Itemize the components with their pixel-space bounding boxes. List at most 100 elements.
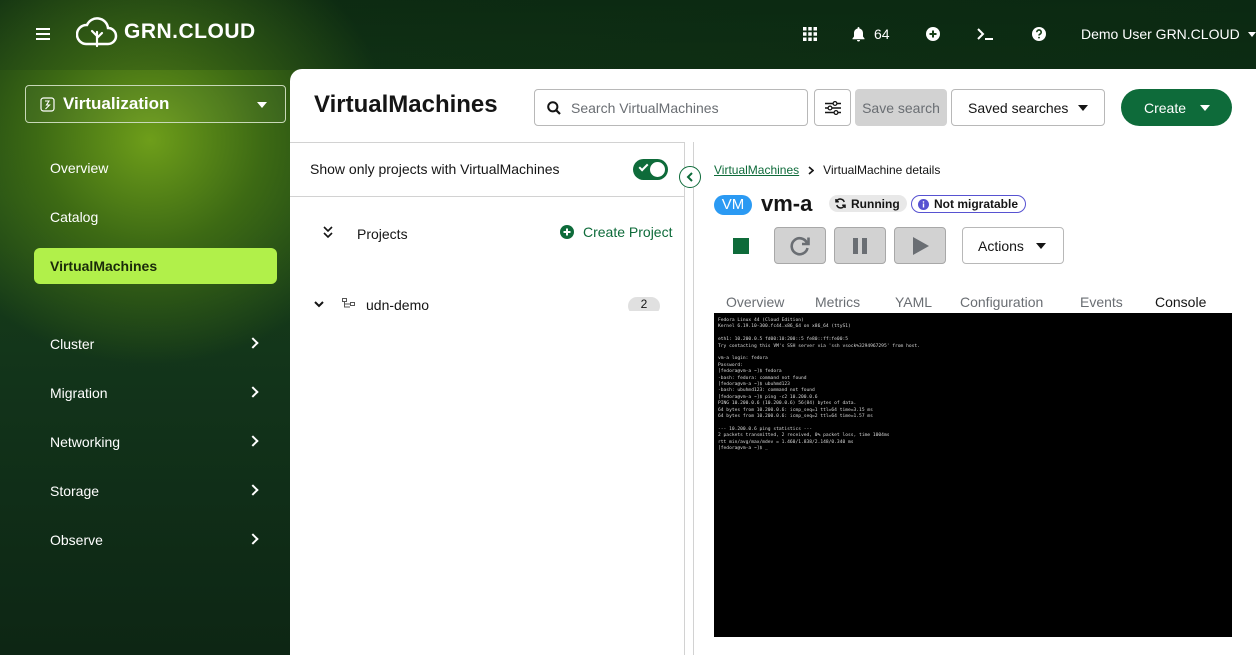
sidebar-item-label: Overview (50, 160, 109, 176)
notification-count: 64 (874, 26, 890, 42)
tab-metrics[interactable]: Metrics (815, 294, 860, 310)
divider (290, 196, 684, 197)
command-line-button[interactable] (977, 24, 994, 44)
saved-searches-dropdown[interactable]: Saved searches (951, 89, 1105, 126)
plus-circle-icon (926, 27, 940, 41)
chevron-down-icon (314, 301, 324, 308)
breadcrumb-link[interactable]: VirtualMachines (714, 163, 799, 177)
play-icon (913, 236, 929, 255)
pause-icon (853, 237, 867, 254)
quick-create-button[interactable] (926, 24, 940, 44)
migration-badge: Not migratable (911, 195, 1027, 213)
sidebar-item-label: Observe (50, 532, 103, 548)
tab-events[interactable]: Events (1080, 294, 1123, 310)
app-launcher-button[interactable] (803, 24, 817, 44)
help-button[interactable] (1032, 24, 1046, 44)
caret-down-icon (1078, 105, 1088, 111)
start-button[interactable] (894, 227, 946, 264)
console-line: [fedora@vm-a ~]$ _ (718, 446, 768, 452)
perspective-switcher[interactable]: Virtualization (25, 85, 286, 123)
tree-item-count: 2 (628, 297, 660, 311)
sidebar-item-label: VirtualMachines (50, 258, 158, 274)
chevron-right-icon (247, 533, 259, 545)
hamburger-icon[interactable] (36, 28, 50, 40)
sync-icon (835, 198, 846, 209)
advanced-search-button[interactable] (814, 89, 851, 126)
pause-button[interactable] (834, 227, 886, 264)
sidebar-item-observe[interactable]: Observe (34, 522, 277, 558)
sidebar-item-virtualmachines[interactable]: VirtualMachines (34, 248, 277, 284)
status-badge: Running (829, 195, 907, 212)
help-icon (1032, 27, 1046, 41)
chevron-right-icon (247, 484, 259, 496)
sliders-icon (824, 100, 841, 115)
tab-console[interactable]: Console (1155, 294, 1206, 310)
restart-button[interactable] (774, 227, 826, 264)
vm-console[interactable]: Fedora Linux 44 (Cloud Edition) Kernel 6.… (714, 313, 1232, 637)
tree-item[interactable]: udn-demo 2 (314, 297, 660, 311)
tab-configuration[interactable]: Configuration (960, 294, 1043, 310)
notifications-button[interactable]: 64 (852, 24, 890, 44)
collapse-all-icon[interactable] (323, 226, 333, 239)
virtualization-icon (40, 96, 55, 112)
perspective-label: Virtualization (63, 94, 170, 113)
chevron-right-icon (247, 337, 259, 349)
save-search-button[interactable]: Save search (855, 89, 947, 126)
show-only-toggle[interactable] (633, 159, 668, 180)
sidebar-item-label: Cluster (50, 336, 95, 352)
masthead: GRN.CLOUD 64 Demo User GRN.CLOUD (0, 0, 1256, 68)
create-project-label: Create Project (583, 224, 673, 240)
stop-button[interactable] (733, 238, 749, 254)
sidebar-item-label: Networking (50, 434, 121, 450)
saved-searches-label: Saved searches (968, 99, 1069, 116)
sidebar-item-label: Catalog (50, 209, 99, 225)
caret-down-icon (1247, 31, 1256, 37)
chevron-right-icon (247, 435, 259, 447)
create-project-button[interactable]: Create Project (560, 224, 672, 240)
create-label: Create (1144, 99, 1187, 116)
show-only-label: Show only projects with VirtualMachines (310, 161, 560, 177)
app-grid-icon (803, 27, 817, 41)
sidebar-item-catalog[interactable]: Catalog (34, 199, 277, 235)
plus-circle-icon (560, 225, 574, 239)
tab-yaml[interactable]: YAML (895, 294, 932, 310)
sidebar-item-networking[interactable]: Networking (34, 424, 277, 460)
cloud-logo-icon (76, 17, 118, 48)
resource-badge: VM (714, 195, 752, 215)
sidebar-item-cluster[interactable]: Cluster (34, 326, 277, 362)
pane-resize-handle[interactable] (684, 142, 694, 655)
caret-down-icon (1036, 243, 1046, 249)
projects-pane (290, 142, 684, 655)
search-input[interactable] (571, 99, 791, 116)
sidebar-item-overview[interactable]: Overview (34, 150, 277, 186)
logo-text: GRN.CLOUD (124, 20, 256, 43)
chevron-right-icon (808, 165, 815, 175)
collapse-pane-button[interactable] (679, 166, 701, 188)
terminal-icon (977, 28, 993, 40)
vm-name: vm-a (761, 191, 813, 216)
restart-icon (790, 236, 810, 256)
migration-text: Not migratable (934, 197, 1019, 211)
check-icon (638, 161, 649, 172)
actions-dropdown[interactable]: Actions (962, 227, 1064, 264)
breadcrumb: VirtualMachines VirtualMachine details (714, 163, 940, 177)
caret-down-icon (1200, 105, 1210, 111)
user-label: Demo User GRN.CLOUD (1081, 26, 1240, 42)
chevron-right-icon (247, 386, 259, 398)
search-icon (547, 100, 561, 115)
toggle-knob (650, 162, 665, 177)
tab-overview[interactable]: Overview (726, 294, 784, 310)
search-box[interactable] (534, 89, 808, 126)
projects-label: Projects (357, 226, 408, 242)
tree-item-label: udn-demo (366, 297, 430, 311)
bell-icon (852, 26, 865, 41)
info-circle-icon (918, 198, 929, 210)
actions-label: Actions (978, 237, 1024, 254)
sidebar-item-migration[interactable]: Migration (34, 375, 277, 411)
sidebar-item-label: Migration (50, 385, 108, 401)
brand-logo[interactable]: GRN.CLOUD (76, 16, 256, 48)
page-title: VirtualMachines (314, 91, 498, 118)
user-menu-button[interactable]: Demo User GRN.CLOUD (1081, 24, 1256, 44)
sidebar-item-storage[interactable]: Storage (34, 473, 277, 509)
create-button[interactable]: Create (1121, 89, 1232, 126)
